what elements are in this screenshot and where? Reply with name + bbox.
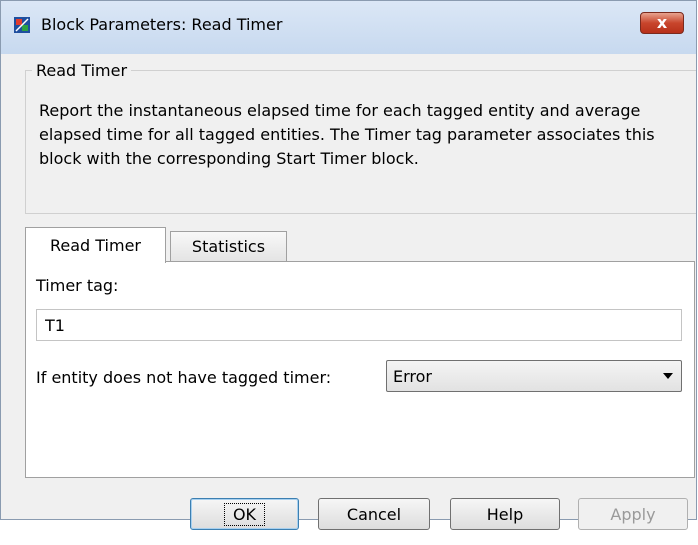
chevron-down-icon [663, 373, 673, 379]
simulink-block-icon [14, 17, 30, 33]
timer-tag-input[interactable] [36, 309, 682, 341]
title-bar[interactable]: Block Parameters: Read Timer x [1, 1, 696, 54]
timer-tag-label: Timer tag: [36, 276, 119, 295]
dropdown-value: Error [393, 367, 432, 386]
block-description: Report the instantaneous elapsed time fo… [39, 101, 655, 168]
ok-button-label: OK [223, 502, 266, 526]
no-timer-dropdown[interactable]: Error [386, 360, 682, 392]
groupbox-title: Read Timer [32, 61, 132, 80]
tab-statistics[interactable]: Statistics [170, 231, 287, 261]
cancel-button[interactable]: Cancel [318, 498, 430, 530]
ok-button[interactable]: OK [190, 498, 299, 530]
tab-read-timer[interactable]: Read Timer [25, 227, 166, 263]
close-button[interactable]: x [640, 12, 684, 34]
apply-button[interactable]: Apply [578, 498, 688, 530]
close-icon: x [656, 13, 668, 32]
window-title: Block Parameters: Read Timer [41, 15, 283, 34]
help-button[interactable]: Help [450, 498, 560, 530]
no-timer-label: If entity does not have tagged timer: [36, 368, 332, 387]
